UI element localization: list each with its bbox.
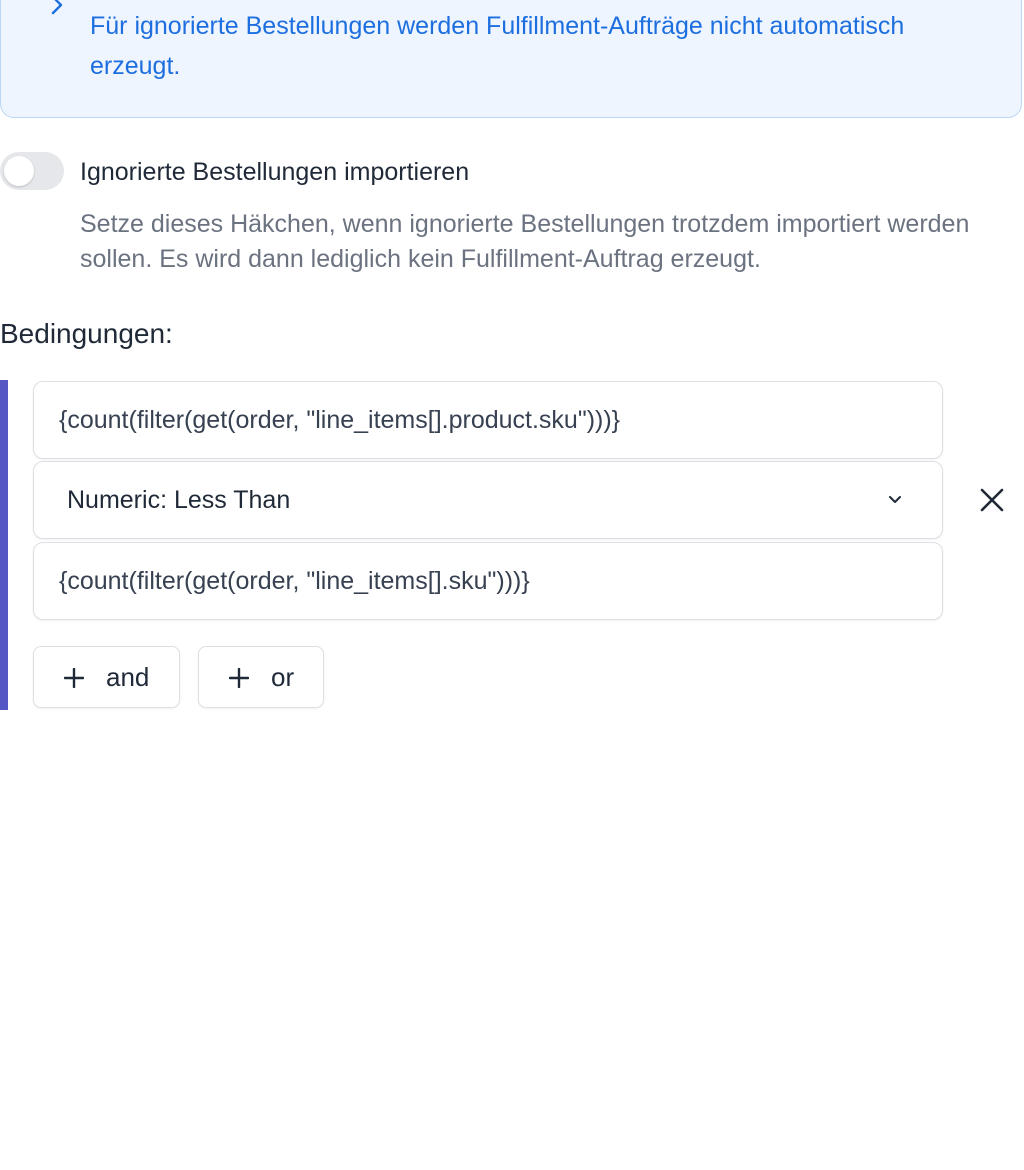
import-ignored-orders-label: Ignorierte Bestellungen importieren [80, 158, 470, 186]
info-callout-text: Für ignorierte Bestellungen werden Fulfi… [90, 12, 905, 80]
plus-icon [229, 668, 249, 688]
toggle-knob [4, 156, 34, 186]
right-operand-value: {count(filter(get(order, "line_items[].s… [59, 567, 530, 595]
operator-selected-value: Numeric: Less Than [67, 486, 291, 514]
left-operand-input[interactable]: {count(filter(get(order, "line_items[].p… [33, 381, 943, 459]
add-or-label: or [271, 662, 295, 692]
right-operand-input[interactable]: {count(filter(get(order, "line_items[].s… [33, 542, 943, 620]
add-and-label: and [106, 662, 150, 692]
left-operand-value: {count(filter(get(order, "line_items[].p… [59, 406, 621, 434]
import-ignored-orders-toggle[interactable] [0, 152, 64, 190]
import-ignored-orders-help: Setze dieses Häkchen, wenn ignorierte Be… [80, 210, 970, 273]
plus-icon [64, 668, 84, 688]
close-icon[interactable] [974, 482, 1010, 518]
add-and-condition-button[interactable]: and [33, 646, 180, 708]
add-or-condition-button[interactable]: or [198, 646, 324, 708]
chevron-down-icon [889, 496, 901, 503]
operator-select[interactable]: Numeric: Less Than [33, 461, 943, 539]
chevron-right-icon[interactable] [47, 0, 67, 19]
conditions-title: Bedingungen: [0, 318, 173, 349]
condition-group-bar [0, 380, 8, 710]
